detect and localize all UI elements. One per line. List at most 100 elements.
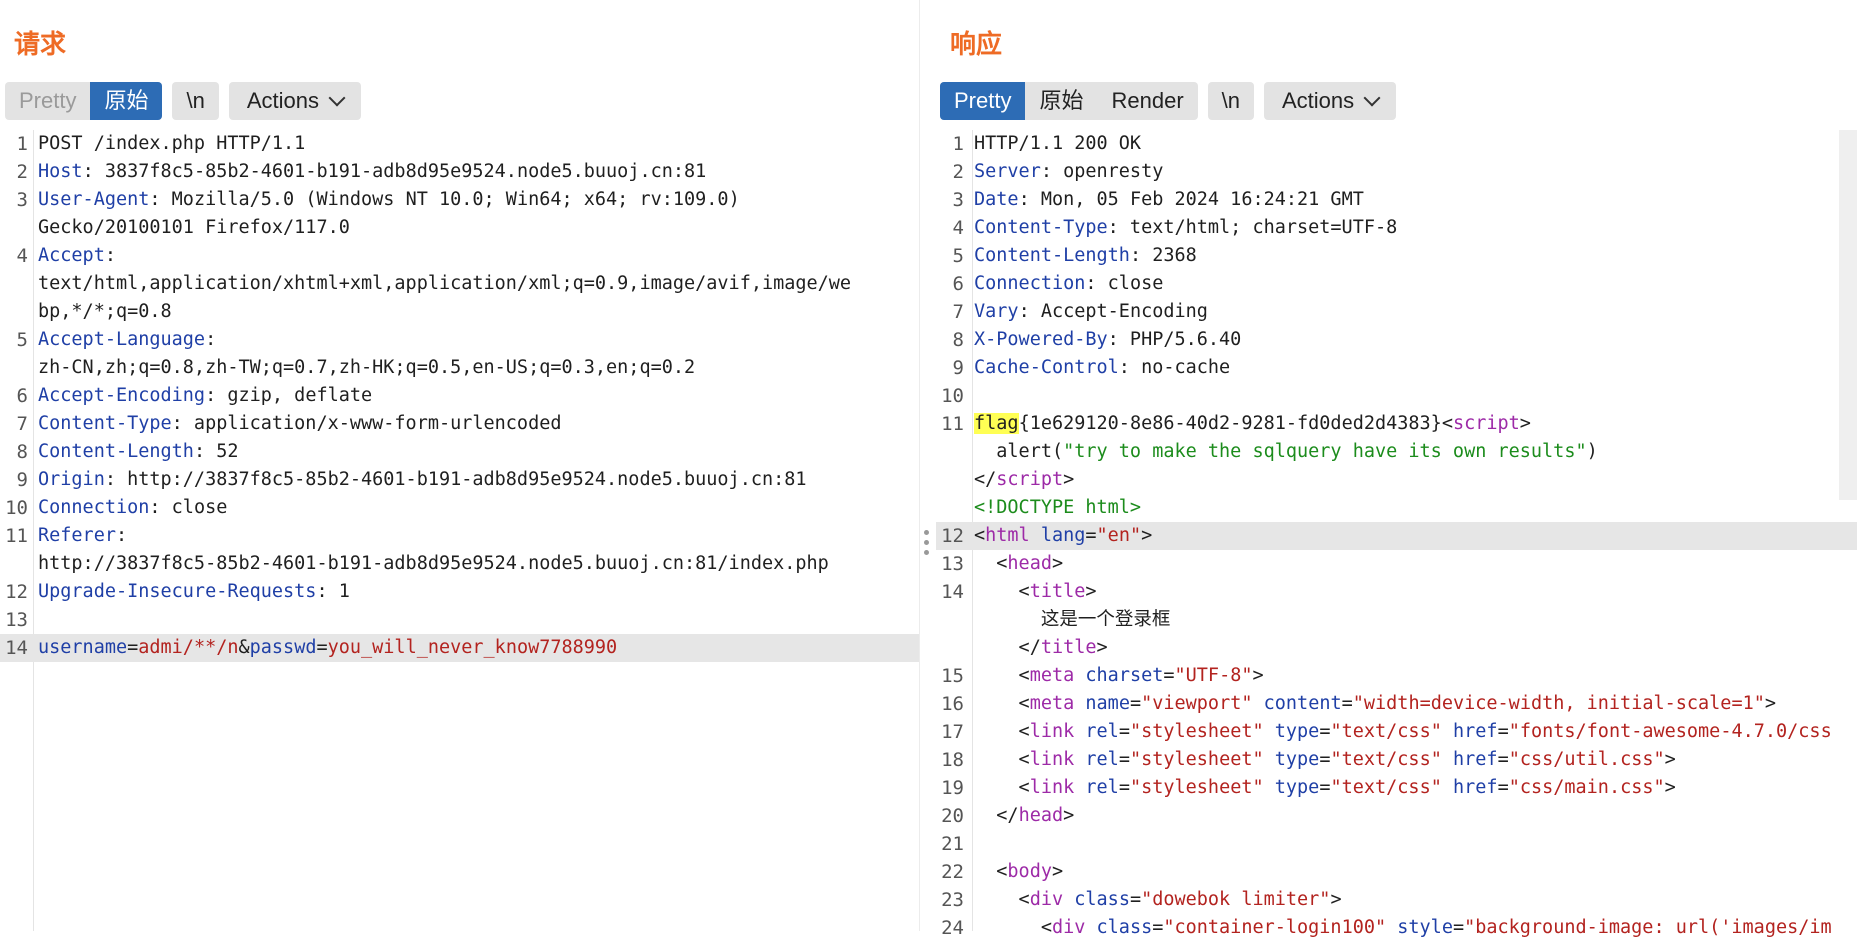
code-line: 21 [936, 830, 1857, 858]
code-token: meta [1029, 693, 1075, 714]
code-text: Content-Type: application/x-www-form-url… [38, 410, 561, 438]
code-text: Upgrade-Insecure-Requests: 1 [38, 578, 350, 606]
code-token: rel [1074, 721, 1119, 742]
code-text: </title> [974, 634, 1108, 662]
code-token: > [1764, 693, 1776, 714]
code-token: "text/css" [1330, 721, 1442, 742]
code-token: Referer [38, 525, 116, 546]
code-token: div [1051, 917, 1086, 938]
code-text: <link rel="stylesheet" type="text/css" h… [974, 746, 1676, 774]
code-token: = [1497, 749, 1509, 770]
code-token: = [1129, 889, 1142, 910]
code-line: zh-CN,zh;q=0.8,zh-TW;q=0.7,zh-HK;q=0.5,e… [0, 354, 919, 382]
line-number: 18 [941, 749, 964, 771]
chevron-down-icon [1363, 89, 1381, 107]
response-tab-render[interactable]: Render [1097, 82, 1197, 120]
response-actions-label: Actions [1282, 88, 1355, 113]
code-token: > [1664, 777, 1676, 798]
code-token: = [1152, 917, 1164, 938]
response-newline-toggle[interactable]: \n [1208, 82, 1254, 120]
code-text: Gecko/20100101 Firefox/117.0 [38, 214, 350, 242]
code-token: title [1040, 637, 1097, 658]
request-tab-raw[interactable]: 原始 [90, 82, 163, 120]
code-token: text/html,application/xhtml+xml,applicat… [38, 273, 852, 294]
code-token: "text/css" [1330, 749, 1442, 770]
code-token: Connection [974, 273, 1086, 294]
code-token: : Accept-Encoding [1018, 301, 1208, 322]
code-token: Host [38, 161, 83, 182]
code-line: 23 <div class="dowebok limiter"> [936, 886, 1857, 914]
code-token: < [974, 777, 1030, 798]
code-token: alert( [974, 441, 1064, 462]
code-token: </ [974, 805, 1019, 826]
line-number: 11 [5, 525, 28, 547]
code-text: User-Agent: Mozilla/5.0 (Windows NT 10.0… [38, 186, 740, 214]
vertical-scrollbar[interactable] [1839, 130, 1857, 500]
code-token: name [1074, 693, 1130, 714]
line-number: 12 [5, 581, 28, 603]
line-number: 3 [952, 189, 964, 211]
request-editor[interactable]: 1 POST /index.php HTTP/1.1 2 Host: 3837f8c5… [0, 130, 919, 931]
code-text: Accept-Encoding: gzip, deflate [38, 382, 372, 410]
code-text: <link rel="stylesheet" type="text/css" h… [974, 718, 1832, 746]
line-number: 7 [952, 301, 964, 323]
code-token: href [1441, 749, 1498, 770]
code-token: "UTF-8" [1174, 665, 1253, 686]
code-text: <link rel="stylesheet" type="text/css" h… [974, 774, 1676, 802]
line-number: 4 [952, 217, 964, 239]
code-token: </ [974, 469, 997, 490]
response-tab-raw[interactable]: 原始 [1025, 82, 1097, 120]
code-token: ) [1586, 441, 1598, 462]
code-token: = [1319, 721, 1331, 742]
code-token: : close [149, 497, 228, 518]
code-token: href [1441, 721, 1498, 742]
code-line: 2 Server: openresty [936, 158, 1857, 186]
code-line: 8 X-Powered-By: PHP/5.6.40 [936, 326, 1857, 354]
code-line: 14 <title> [936, 578, 1857, 606]
code-token: "en" [1096, 525, 1142, 546]
request-newline-toggle[interactable]: \n [172, 82, 218, 120]
code-token: "dowebok limiter" [1141, 889, 1331, 910]
code-token: : PHP/5.6.40 [1107, 329, 1242, 350]
code-line: 这是一个登录框 [936, 606, 1857, 634]
code-token: passwd [249, 637, 317, 658]
request-actions-button[interactable]: Actions [229, 82, 361, 120]
code-token: type [1263, 749, 1320, 770]
response-pane: 响应 Pretty 原始 Render \n Actions 1 HTTP/1.1… [936, 0, 1857, 939]
code-line: 6 Accept-Encoding: gzip, deflate [0, 382, 919, 410]
code-token: you_will_never_know7788990 [327, 637, 618, 658]
code-line: 5 Accept-Language: [0, 326, 919, 354]
code-token: : text/html; charset=UTF-8 [1107, 217, 1398, 238]
line-number: 2 [952, 161, 964, 183]
code-line: 24 <div class="container-login100" style… [936, 914, 1857, 942]
request-tab-pretty[interactable]: Pretty [5, 82, 90, 120]
code-token: Content-Type [38, 413, 172, 434]
code-token: "css/util.css" [1508, 749, 1665, 770]
code-token: Accept-Language [38, 329, 206, 350]
code-token: < [974, 917, 1052, 938]
code-token: meta [1029, 665, 1075, 686]
request-actions-group: Actions [228, 82, 361, 120]
code-text: </script> [974, 466, 1074, 494]
response-actions-group: Actions [1264, 82, 1397, 120]
code-text: Accept-Language: [38, 326, 216, 354]
code-token: > [1051, 553, 1064, 574]
pane-resize-handle[interactable] [924, 530, 930, 560]
code-text: bp,*/*;q=0.8 [38, 298, 172, 326]
response-actions-button[interactable]: Actions [1264, 82, 1396, 120]
code-line: 22 <body> [936, 858, 1857, 886]
code-token: > [1664, 749, 1676, 770]
code-token: : [115, 525, 128, 546]
code-line: 4 Accept: [0, 242, 919, 270]
code-text: Connection: close [38, 494, 227, 522]
code-line: 18 <link rel="stylesheet" type="text/css… [936, 746, 1857, 774]
code-line: 20 </head> [936, 802, 1857, 830]
code-token: < [974, 721, 1030, 742]
response-editor[interactable]: 1 HTTP/1.1 200 OK 2 Server: openresty 3 Date:… [936, 130, 1857, 939]
line-number: 21 [941, 833, 964, 855]
response-tab-pretty[interactable]: Pretty [940, 82, 1026, 120]
code-token: head [1007, 553, 1052, 574]
code-text: </head> [974, 802, 1074, 830]
code-token: : [104, 245, 116, 266]
code-token: class [1085, 917, 1153, 938]
